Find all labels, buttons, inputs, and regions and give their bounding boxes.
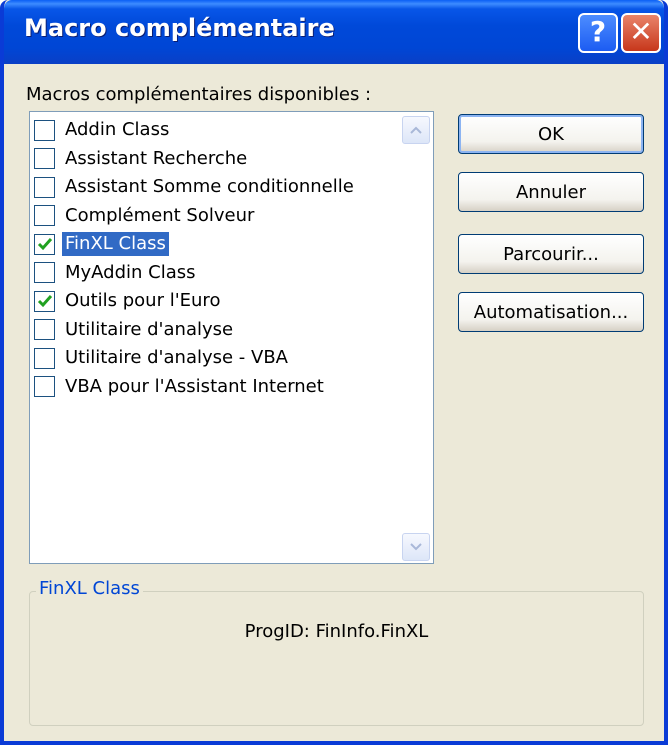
addin-checkbox[interactable]	[34, 290, 55, 312]
addin-label: Assistant Recherche	[65, 147, 248, 169]
addin-checkbox[interactable]	[34, 205, 55, 226]
addin-checkbox[interactable]	[34, 119, 55, 141]
addins-listbox[interactable]: Addin Class Assistant Recherche Assistant …	[29, 111, 434, 564]
addin-list-item[interactable]: VBA pour l'Assistant Internet	[34, 373, 404, 401]
dialog-window: Macro complémentaire ? ✕ Macros compléme…	[0, 0, 668, 745]
addin-list-item[interactable]: Utilitaire d'analyse - VBA	[34, 344, 404, 372]
addin-list-item[interactable]: Assistant Somme conditionnelle	[34, 173, 404, 201]
addin-checkbox[interactable]	[34, 347, 55, 369]
addin-list-item[interactable]: Addin Class	[34, 116, 404, 144]
progid-text: ProgID: FinInfo.FinXL	[244, 621, 429, 642]
window-title: Macro complémentaire	[24, 14, 335, 42]
addin-label: Addin Class	[65, 119, 170, 140]
addin-label: Utilitaire d'analyse	[65, 318, 234, 340]
addin-checkbox[interactable]	[34, 319, 55, 340]
addin-list-item[interactable]: Utilitaire d'analyse	[34, 316, 404, 344]
scroll-up-button[interactable]	[402, 116, 430, 144]
check-icon	[37, 295, 52, 308]
addin-label: Outils pour l'Euro	[65, 290, 221, 311]
addin-checkbox[interactable]	[34, 176, 55, 198]
addin-label: MyAddin Class	[65, 261, 196, 283]
vertical-scrollbar[interactable]	[399, 112, 433, 563]
addin-list-item[interactable]: MyAddin Class	[34, 259, 404, 287]
chevron-up-icon	[410, 126, 422, 134]
details-group	[29, 591, 644, 726]
addin-label: Complément Solveur	[65, 204, 255, 226]
browse-button[interactable]: Parcourir...	[458, 234, 644, 274]
addin-label: VBA pour l'Assistant Internet	[65, 375, 324, 397]
addin-list-item[interactable]: FinXL Class	[34, 230, 404, 258]
addin-label: Assistant Somme conditionnelle	[65, 176, 354, 197]
addin-label: Utilitaire d'analyse - VBA	[65, 347, 288, 368]
help-icon[interactable]: ?	[578, 13, 618, 53]
addin-list-item[interactable]: Assistant Recherche	[34, 145, 404, 173]
addin-checkbox[interactable]	[34, 233, 55, 255]
addin-list-item[interactable]: Complément Solveur	[34, 202, 404, 230]
check-icon	[37, 238, 52, 251]
details-group-title: FinXL Class	[36, 578, 143, 599]
cancel-button[interactable]: Annuler	[458, 172, 644, 212]
addin-checkbox[interactable]	[34, 262, 55, 283]
addin-checkbox[interactable]	[34, 148, 55, 169]
title-bar[interactable]: Macro complémentaire ? ✕	[4, 0, 664, 64]
addin-checkbox[interactable]	[34, 376, 55, 397]
addin-label: FinXL Class	[62, 232, 169, 256]
chevron-down-icon	[410, 543, 422, 551]
close-icon[interactable]: ✕	[621, 13, 661, 53]
ok-button[interactable]: OK	[458, 114, 644, 154]
automation-button[interactable]: Automatisation...	[458, 292, 644, 332]
addins-list-label: Macros complémentaires disponibles :	[26, 84, 372, 105]
scroll-down-button[interactable]	[402, 533, 430, 561]
addin-list-item[interactable]: Outils pour l'Euro	[34, 287, 404, 315]
